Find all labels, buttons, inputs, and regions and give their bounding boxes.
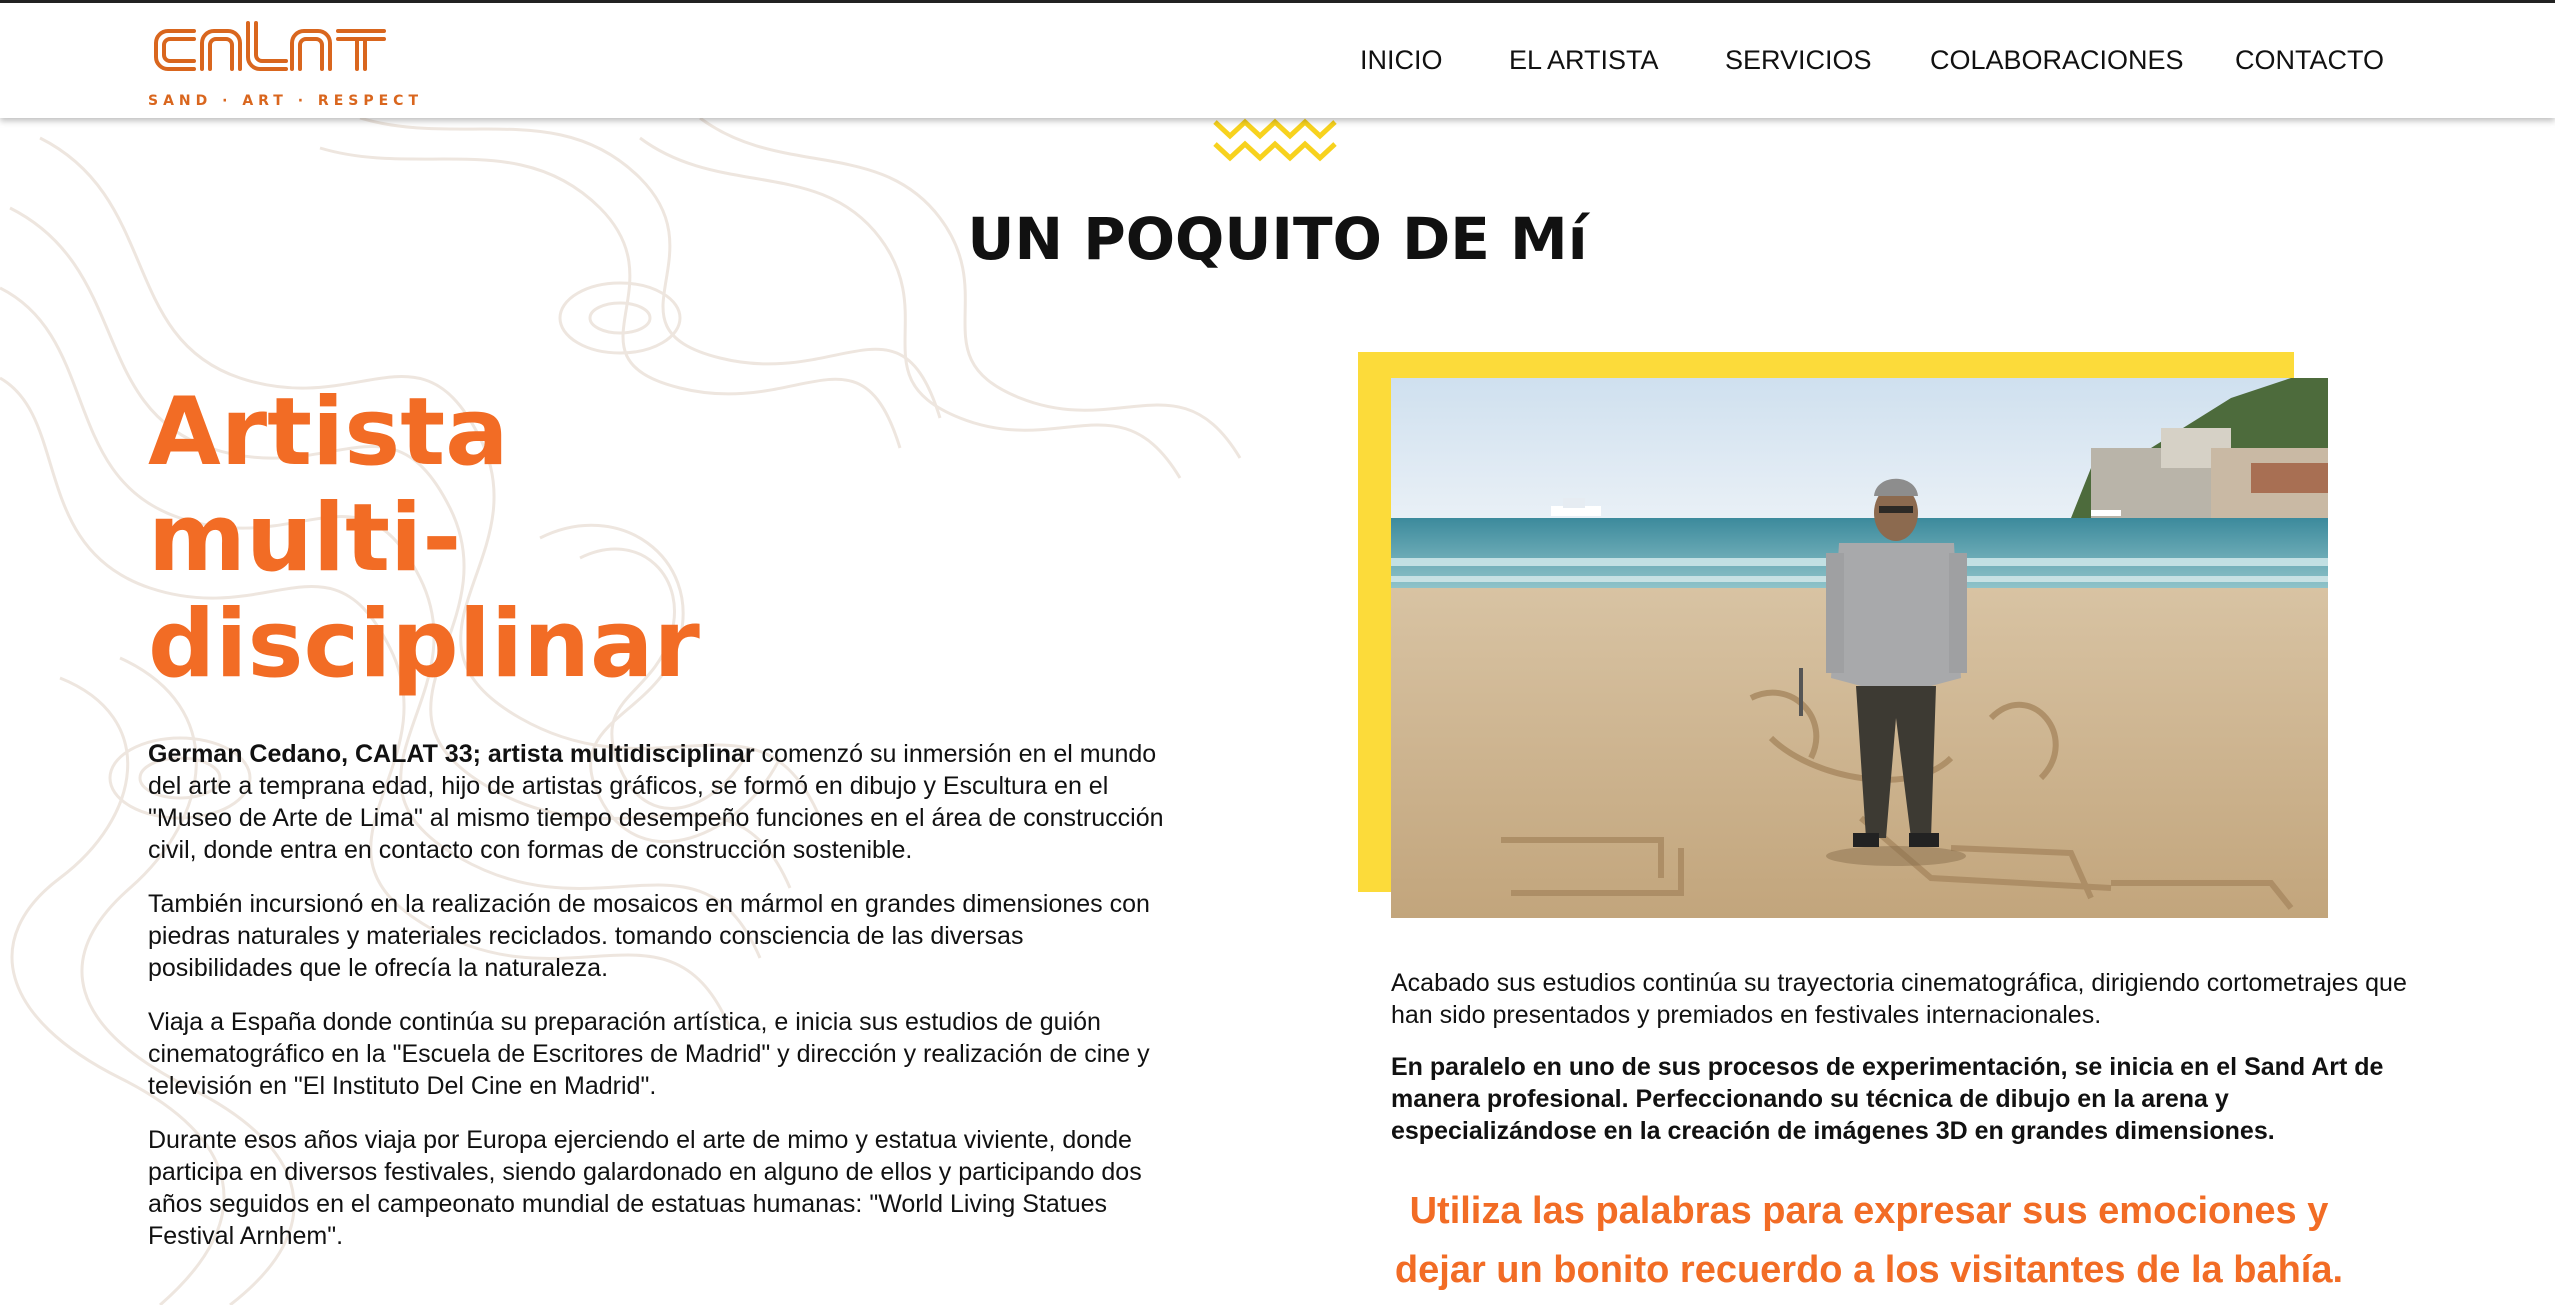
right-text: Acabado sus estudios continúa su trayect…: [1391, 967, 2431, 1167]
nav-servicios[interactable]: SERVICIOS: [1725, 45, 1872, 76]
site-header: SAND · ART · RESPECT INICIO EL ARTISTA S…: [0, 0, 2555, 118]
highlight-quote: Utiliza las palabras para expresar sus e…: [1391, 1182, 2347, 1300]
hero-line: Artista: [148, 378, 509, 487]
calat-wordmark: [154, 21, 386, 71]
hero-heading: Artista multi- disciplinar: [148, 380, 848, 698]
beach-scene: [1391, 378, 2328, 918]
bio-intro-bold: German Cedano, CALAT 33; artista multidi…: [148, 740, 755, 768]
artist-photo: [1391, 378, 2328, 918]
nav-inicio[interactable]: INICIO: [1360, 45, 1443, 76]
hero-line: disciplinar: [148, 590, 700, 699]
bio-paragraph-2: También incursionó en la realización de …: [148, 890, 1150, 982]
bio-paragraph-3: Viaja a España donde continúa su prepara…: [148, 1008, 1150, 1100]
right-paragraph-1: Acabado sus estudios continúa su trayect…: [1391, 969, 2407, 1029]
section-title: UN POQUITO DE Mí: [967, 205, 1588, 273]
nav-el-artista[interactable]: EL ARTISTA: [1509, 45, 1659, 76]
hero-line: multi-: [148, 484, 462, 593]
zigzag-decoration: [1213, 118, 1337, 162]
right-paragraph-2: En paralelo en uno de sus procesos de ex…: [1391, 1053, 2384, 1145]
bio-paragraph-4: Durante esos años viaja por Europa ejerc…: [148, 1126, 1142, 1250]
bio-paragraph-1: German Cedano, CALAT 33; artista multidi…: [148, 738, 1168, 866]
nav-contacto[interactable]: CONTACTO: [2235, 45, 2384, 76]
calat-logo[interactable]: SAND · ART · RESPECT: [148, 17, 423, 109]
quote-line: Utiliza las palabras para expresar sus e…: [1409, 1190, 2329, 1232]
quote-line: dejar un bonito recuerdo a los visitante…: [1394, 1249, 2344, 1291]
bio-text: German Cedano, CALAT 33; artista multidi…: [148, 738, 1168, 1274]
nav-colaboraciones[interactable]: COLABORACIONES: [1930, 45, 2184, 76]
logo-tagline: SAND · ART · RESPECT: [148, 93, 423, 109]
